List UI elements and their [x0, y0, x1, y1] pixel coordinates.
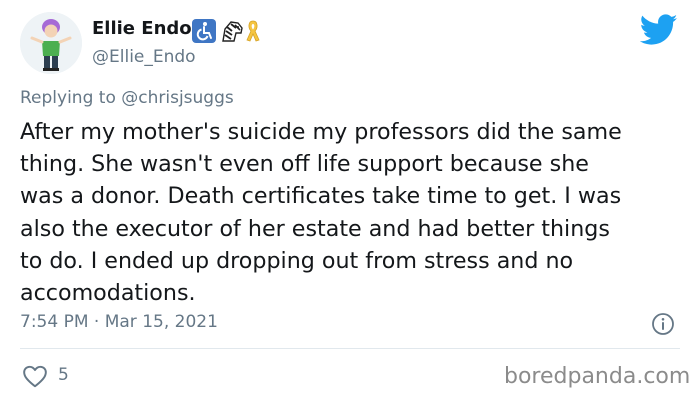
avatar-illustration: [20, 12, 82, 74]
twitter-bird-icon[interactable]: [640, 14, 678, 46]
accessible-wheelchair-icon: [192, 19, 216, 43]
zebra-icon: [222, 21, 243, 42]
divider: [20, 348, 680, 349]
reply-mention-link[interactable]: @chrisjsuggs: [121, 88, 233, 108]
display-name[interactable]: Ellie Endo: [92, 18, 192, 39]
tweet-text: After my mother's suicide my professors …: [20, 119, 622, 307]
avatar[interactable]: [20, 12, 82, 74]
watermark: boredpanda.com: [504, 364, 691, 389]
awareness-ribbon-icon: [246, 20, 260, 42]
reply-prefix: Replying to: [20, 88, 122, 108]
handle[interactable]: @Ellie_Endo: [92, 47, 196, 67]
tweet-card: Ellie Endo @Ellie_Endo Replying to @chri…: [0, 0, 700, 402]
info-icon[interactable]: [651, 312, 675, 336]
reply-context: Replying to @chrisjsuggs: [20, 88, 234, 108]
like-count: 5: [58, 365, 69, 385]
heart-icon[interactable]: [22, 364, 48, 388]
tweet-timestamp[interactable]: 7:54 PM · Mar 15, 2021: [20, 312, 218, 332]
